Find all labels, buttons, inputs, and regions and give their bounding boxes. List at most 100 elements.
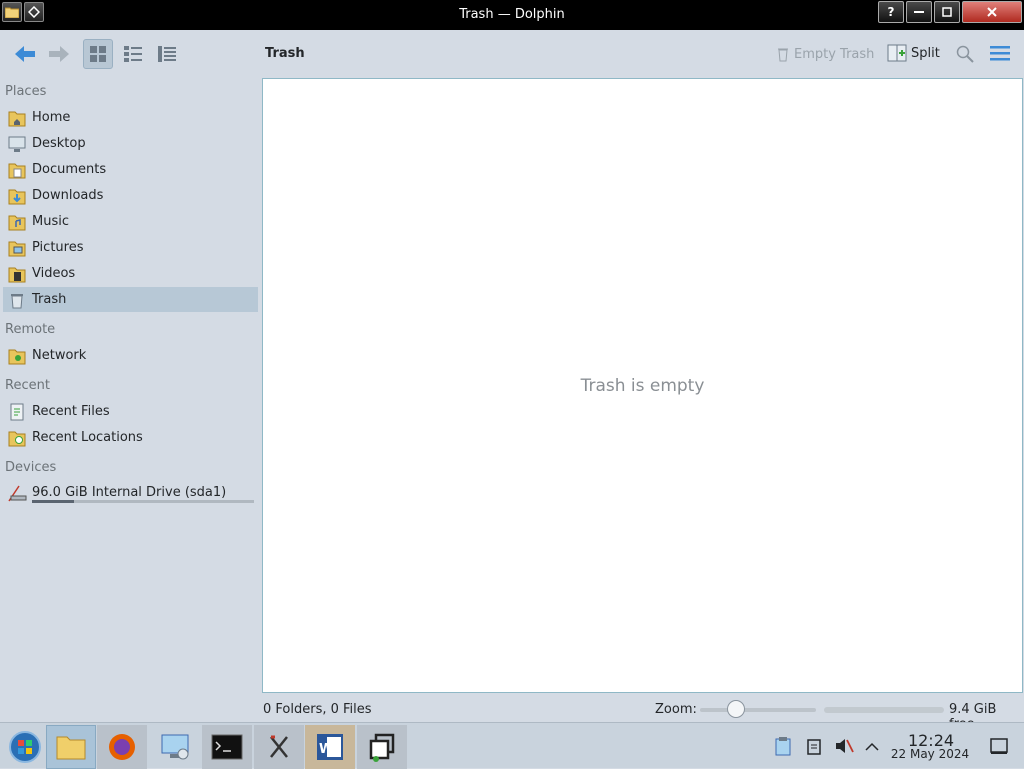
help-button[interactable]: ? bbox=[878, 1, 904, 23]
start-menu-button[interactable] bbox=[0, 725, 50, 769]
recent-files-icon bbox=[7, 402, 27, 422]
close-button[interactable] bbox=[962, 1, 1022, 23]
taskbar-file-manager[interactable] bbox=[46, 725, 96, 769]
section-header-recent: Recent bbox=[5, 378, 50, 393]
sidebar-item-documents[interactable]: Documents bbox=[3, 157, 258, 182]
firefox-icon bbox=[109, 734, 135, 760]
sidebar-item-label: Trash bbox=[32, 292, 67, 307]
empty-trash-label: Empty Trash bbox=[794, 46, 875, 62]
sidebar-item-label: Network bbox=[32, 348, 87, 363]
empty-placeholder-text: Trash is empty bbox=[580, 376, 705, 396]
sidebar-item-trash[interactable]: Trash bbox=[3, 287, 258, 312]
sidebar-item-home[interactable]: Home bbox=[3, 105, 258, 130]
file-view[interactable]: Trash is empty bbox=[262, 78, 1023, 693]
volume-muted-icon bbox=[836, 739, 854, 753]
tray-notes[interactable] bbox=[772, 735, 794, 757]
icons-view-button[interactable] bbox=[83, 39, 113, 69]
forward-button[interactable] bbox=[44, 39, 74, 69]
clipboard-icon bbox=[775, 737, 791, 756]
sidebar-item-recent-locations[interactable]: Recent Locations bbox=[3, 425, 258, 450]
tray-expand[interactable] bbox=[861, 735, 883, 757]
empty-trash-icon bbox=[778, 48, 788, 62]
pictures-folder-icon bbox=[7, 238, 27, 258]
compact-view-icon bbox=[124, 46, 142, 62]
sidebar-item-label: Videos bbox=[32, 266, 76, 281]
sidebar-item-label: Desktop bbox=[32, 136, 86, 151]
hamburger-menu-button[interactable] bbox=[989, 44, 1011, 66]
text-editor-icon bbox=[270, 735, 288, 758]
search-icon bbox=[956, 45, 974, 63]
status-bar: 0 Folders, 0 Files Zoom: 9.4 GiB free bbox=[0, 698, 1024, 732]
show-desktop-icon bbox=[990, 738, 1008, 754]
empty-trash-button[interactable]: Empty Trash bbox=[776, 46, 874, 62]
videos-folder-icon bbox=[7, 264, 27, 284]
section-header-devices: Devices bbox=[5, 460, 57, 475]
back-button[interactable] bbox=[10, 39, 40, 69]
taskbar-word-processor[interactable]: W bbox=[305, 725, 355, 769]
sidebar-item-label: Documents bbox=[32, 162, 107, 177]
minimize-button[interactable] bbox=[906, 1, 932, 23]
sidebar-item-desktop[interactable]: Desktop bbox=[3, 131, 258, 156]
breadcrumb[interactable]: Trash bbox=[265, 46, 305, 61]
sidebar-item-label: 96.0 GiB Internal Drive (sda1) bbox=[32, 485, 227, 500]
details-view-button[interactable] bbox=[152, 39, 182, 69]
zoom-slider-handle[interactable] bbox=[727, 700, 746, 718]
maximize-button[interactable] bbox=[934, 1, 960, 23]
word-processor-icon: W bbox=[317, 734, 343, 760]
window-title: Trash — Dolphin bbox=[459, 7, 565, 22]
hamburger-menu-icon bbox=[990, 46, 1010, 61]
sidebar-item-label: Pictures bbox=[32, 240, 84, 255]
sidebar-item-label: Recent Files bbox=[32, 404, 110, 419]
sidebar-item-music[interactable]: Music bbox=[3, 209, 258, 234]
tray-clipboard[interactable] bbox=[803, 735, 825, 757]
sidebar-item-label: Recent Locations bbox=[32, 430, 143, 445]
taskbar-text-editor[interactable] bbox=[254, 725, 304, 769]
downloads-folder-icon bbox=[7, 186, 27, 206]
drive-usage-bar bbox=[32, 500, 254, 503]
toolbar: Trash Empty Trash Split bbox=[0, 30, 1024, 78]
clipboard-manager-icon bbox=[807, 739, 821, 755]
taskbar-firefox[interactable] bbox=[97, 725, 147, 769]
folder-icon bbox=[56, 736, 86, 760]
sidebar-item-downloads[interactable]: Downloads bbox=[3, 183, 258, 208]
free-space-bar bbox=[824, 707, 944, 713]
sidebar-item-videos[interactable]: Videos bbox=[3, 261, 258, 286]
compact-view-button[interactable] bbox=[118, 39, 148, 69]
title-bar: Trash — Dolphin ? bbox=[0, 0, 1024, 30]
tray-volume[interactable] bbox=[833, 735, 855, 757]
folder-file-count: 0 Folders, 0 Files bbox=[263, 702, 372, 717]
home-folder-icon bbox=[7, 108, 27, 128]
taskbar: W bbox=[0, 722, 1024, 769]
drive-usage-fill bbox=[32, 500, 75, 503]
zoom-slider[interactable] bbox=[700, 708, 816, 712]
documents-folder-icon bbox=[7, 160, 27, 180]
zoom-label: Zoom: bbox=[655, 702, 697, 717]
sidebar-item-pictures[interactable]: Pictures bbox=[3, 235, 258, 260]
recent-locations-icon bbox=[7, 428, 27, 448]
taskbar-window-switcher[interactable] bbox=[357, 725, 407, 769]
show-desktop-button[interactable] bbox=[988, 735, 1010, 757]
trash-icon bbox=[7, 290, 27, 310]
back-arrow-icon bbox=[15, 46, 35, 62]
desktop-icon bbox=[7, 134, 27, 154]
forward-arrow-icon bbox=[49, 46, 69, 62]
clock-date[interactable]: 22 May 2024 bbox=[885, 747, 975, 761]
sidebar-item-label: Downloads bbox=[32, 188, 104, 203]
section-header-remote: Remote bbox=[5, 322, 56, 337]
split-view-icon bbox=[887, 44, 907, 62]
start-orb-icon bbox=[9, 731, 41, 763]
terminal-icon bbox=[211, 734, 243, 760]
taskbar-terminal[interactable] bbox=[202, 725, 252, 769]
system-settings-icon bbox=[161, 734, 189, 760]
sidebar-item-recent-files[interactable]: Recent Files bbox=[3, 399, 258, 424]
chevron-up-icon bbox=[865, 742, 879, 751]
sidebar-item-label: Home bbox=[32, 110, 71, 125]
search-button[interactable] bbox=[955, 44, 975, 68]
split-label: Split bbox=[911, 45, 940, 61]
split-button[interactable]: Split bbox=[887, 44, 940, 62]
sidebar-item-network[interactable]: Network bbox=[3, 343, 258, 368]
music-folder-icon bbox=[7, 212, 27, 232]
details-view-icon bbox=[158, 46, 176, 62]
icons-view-icon bbox=[90, 46, 106, 62]
taskbar-system-settings[interactable] bbox=[150, 725, 200, 769]
